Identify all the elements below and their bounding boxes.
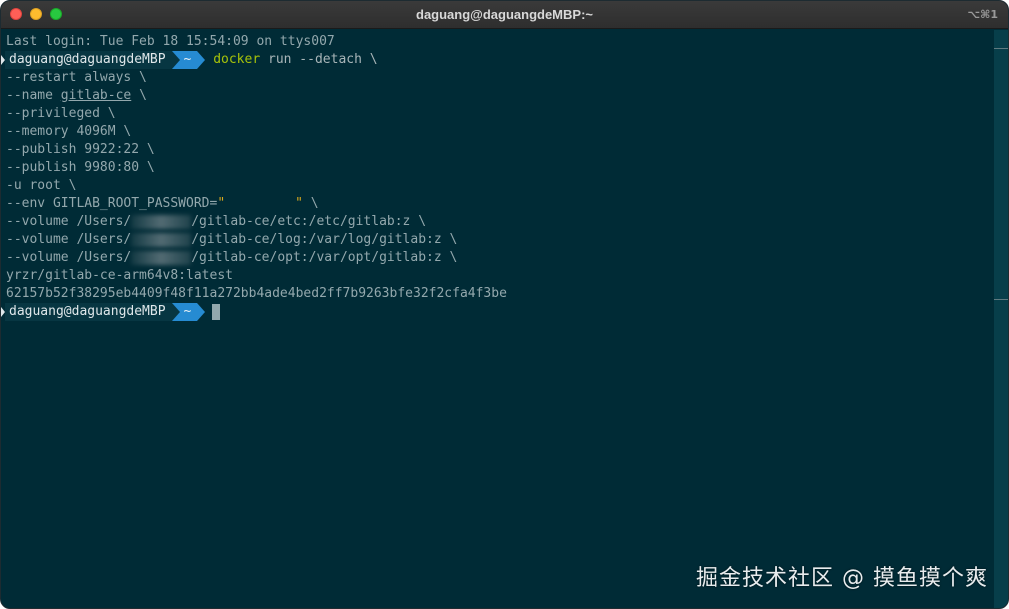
redacted-password xyxy=(225,197,295,211)
arg-name: --name gitlab-ce \ xyxy=(6,87,996,105)
prompt-directory: ~ xyxy=(179,303,198,321)
redacted-username xyxy=(131,214,192,229)
arg-image: yrzr/gitlab-ce-arm64v8:latest xyxy=(6,268,233,283)
arg-memory: --memory 4096M \ xyxy=(6,124,132,139)
window-title: daguang@daguangdeMBP:~ xyxy=(416,7,593,22)
terminal-window: daguang@daguangdeMBP:~ ⌥⌘1 Last login: T… xyxy=(0,0,1009,609)
window-shortcut: ⌥⌘1 xyxy=(967,8,998,21)
redacted-username xyxy=(131,232,192,247)
last-login-line: Last login: Tue Feb 18 15:54:09 on ttys0… xyxy=(6,34,335,49)
arg-volume-prefix: --volume /Users/ xyxy=(6,214,132,229)
prompt-user: daguang@daguangdeMBP xyxy=(5,303,172,321)
command-name: docker xyxy=(213,52,261,67)
arg-volume-log-path: /gitlab-ce/log:/var/log/gitlab:z \ xyxy=(191,232,458,247)
arg-privileged: --privileged \ xyxy=(6,106,116,121)
command-line: daguang@daguangdeMBP ~ docker run --detac… xyxy=(1,51,996,69)
prompt-end-arrow-icon xyxy=(197,303,206,321)
prompt: daguang@daguangdeMBP ~ xyxy=(1,303,206,321)
arg-volume-prefix: --volume /Users/ xyxy=(6,250,132,265)
redacted-username xyxy=(131,250,192,265)
container-id-output: 62157b52f38295eb4409f48f11a272bb4ade4bed… xyxy=(6,286,507,301)
prompt-user: daguang@daguangdeMBP xyxy=(5,51,172,69)
arg-volume-opt-path: /gitlab-ce/opt:/var/opt/gitlab:z \ xyxy=(191,250,458,265)
prompt-separator-icon xyxy=(171,51,180,69)
text-cursor[interactable] xyxy=(212,304,221,320)
arg-env-quote-open: " xyxy=(217,196,226,211)
scroll-mark xyxy=(994,299,1008,300)
active-prompt-line[interactable]: daguang@daguangdeMBP ~ xyxy=(1,303,996,321)
watermark: 掘金技术社区 @ 摸鱼摸个爽 xyxy=(696,566,988,591)
prompt: daguang@daguangdeMBP ~ xyxy=(1,51,206,69)
arg-user: -u root \ xyxy=(6,178,77,193)
scroll-mark xyxy=(994,48,1008,49)
prompt-separator-icon xyxy=(171,303,180,321)
arg-env-suffix: \ xyxy=(302,196,319,211)
arg-volume-opt: --volume /Users/ /gitlab-ce/opt:/var/opt/… xyxy=(6,249,996,267)
arg-volume-prefix: --volume /Users/ xyxy=(6,232,132,247)
title-bar[interactable]: daguang@daguangdeMBP:~ ⌥⌘1 xyxy=(1,1,1008,29)
arg-env-quote-close: " xyxy=(295,196,303,211)
arg-name-value: gitlab-ce xyxy=(60,88,132,103)
arg-volume-log: --volume /Users/ /gitlab-ce/log:/var/log/… xyxy=(6,231,996,249)
command-args: run --detach \ xyxy=(260,52,378,67)
arg-volume-etc: --volume /Users/ /gitlab-ce/etc:/etc/gitl… xyxy=(6,213,996,231)
arg-restart: --restart always \ xyxy=(6,70,147,85)
arg-name-suffix: \ xyxy=(131,88,147,103)
arg-publish-ssh: --publish 9922:22 \ xyxy=(6,142,155,157)
arg-publish-http: --publish 9980:80 \ xyxy=(6,160,155,175)
arg-name-prefix: --name xyxy=(6,88,61,103)
scrollbar[interactable] xyxy=(994,30,1008,608)
arg-volume-etc-path: /gitlab-ce/etc:/etc/gitlab:z \ xyxy=(191,214,427,229)
arg-env-prefix: --env GITLAB_ROOT_PASSWORD= xyxy=(6,196,218,211)
prompt-directory: ~ xyxy=(179,51,198,69)
prompt-end-arrow-icon xyxy=(197,51,206,69)
arg-env: --env GITLAB_ROOT_PASSWORD=" " \ xyxy=(6,195,996,213)
terminal-output[interactable]: Last login: Tue Feb 18 15:54:09 on ttys0… xyxy=(1,30,996,608)
